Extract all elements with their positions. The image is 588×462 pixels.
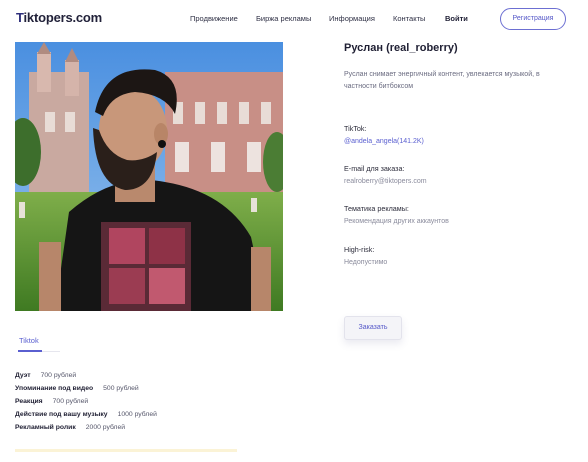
site-logo[interactable]: Tiktopers.com [16, 10, 102, 25]
logo-letter: T [16, 10, 24, 25]
nav-ad-exchange[interactable]: Биржа рекламы [256, 14, 311, 23]
register-button[interactable]: Регистрация [500, 8, 566, 30]
email-value: realroberry@tiktopers.com [344, 178, 427, 185]
blogger-name: Руслан (real_roberry) [344, 42, 458, 54]
tiktok-link[interactable]: @andela_angela(141.2K) [344, 138, 424, 145]
blogger-description: Руслан снимает энергичный контент, увлек… [344, 71, 540, 90]
tab-divider [42, 351, 60, 352]
email-label: E-mail для заказа: [344, 164, 405, 173]
price-row: Рекламный ролик 2000 рублей [15, 424, 125, 431]
header: Tiktopers.com Продвижение Биржа рекламы … [0, 0, 588, 40]
login-link[interactable]: Войти [445, 14, 468, 23]
nav-information[interactable]: Информация [329, 14, 375, 23]
bottom-divider [15, 449, 237, 452]
ad-topic-label: Тематика рекламы: [344, 204, 409, 213]
profile-photo [15, 42, 283, 311]
price-value: 700 рублей [52, 398, 89, 405]
tab-active-indicator [18, 350, 42, 352]
price-label: Действие под вашу музыку [15, 411, 108, 418]
tiktok-label: TikTok: [344, 124, 367, 133]
price-label: Рекламный ролик [15, 424, 76, 431]
price-label: Реакция [15, 398, 43, 405]
profile-photo-image [15, 42, 283, 311]
logo-text: iktopers.com [23, 10, 103, 25]
tab-tiktok[interactable]: Tiktok [19, 336, 39, 345]
order-button[interactable]: Заказать [344, 316, 402, 340]
price-label: Упоминание под видео [15, 385, 94, 392]
nav-promotion[interactable]: Продвижение [190, 14, 238, 23]
nav-contacts[interactable]: Контакты [393, 14, 425, 23]
price-row: Действие под вашу музыку 1000 рублей [15, 411, 157, 418]
price-label: Дуэт [15, 372, 31, 379]
price-row: Дуэт 700 рублей [15, 372, 76, 379]
price-value: 2000 рублей [85, 424, 126, 431]
price-row: Реакция 700 рублей [15, 398, 88, 405]
price-value: 500 рублей [103, 385, 139, 392]
price-value: 1000 рублей [117, 411, 157, 418]
price-value: 700 рублей [40, 372, 77, 379]
high-risk-value: Недопустимо [344, 259, 388, 266]
high-risk-label: High-risk: [344, 245, 375, 254]
price-row: Упоминание под видео 500 рублей [15, 385, 139, 392]
ad-topic-value: Рекомендация других аккаунтов [344, 218, 449, 225]
